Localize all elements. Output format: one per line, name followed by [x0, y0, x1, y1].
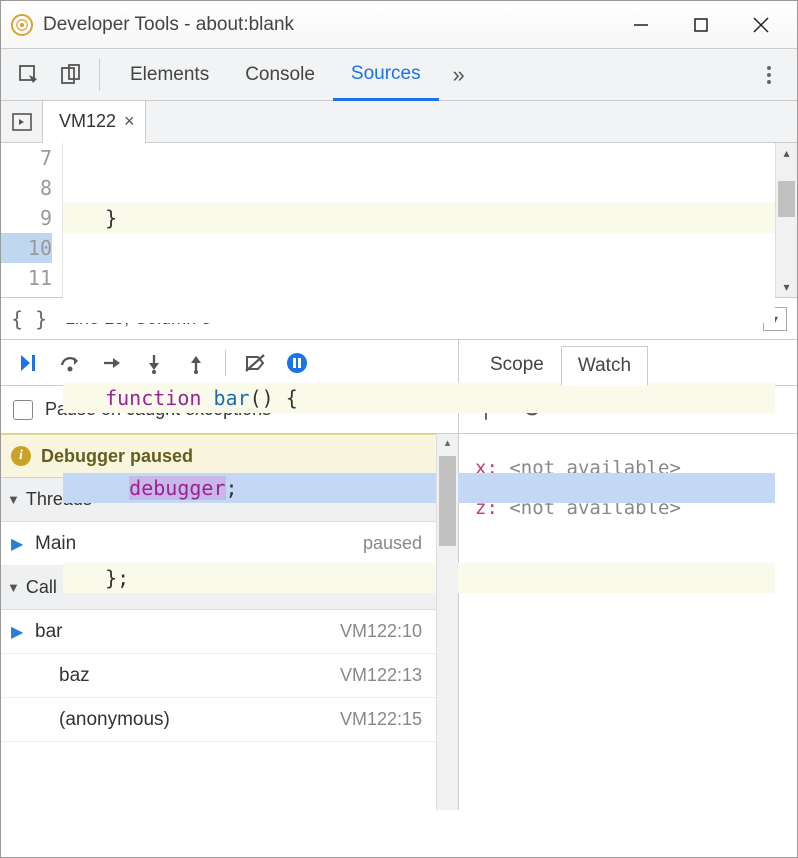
- window-close-button[interactable]: [731, 5, 791, 45]
- collapse-icon: ▼: [7, 492, 20, 507]
- code-content[interactable]: } function bar() { debugger; };: [63, 143, 775, 297]
- active-pointer-icon: ▶: [11, 534, 25, 554]
- tab-elements[interactable]: Elements: [112, 49, 227, 101]
- scroll-down-icon[interactable]: ▾: [776, 277, 797, 297]
- devtools-app-icon: [11, 14, 33, 36]
- close-icon[interactable]: ×: [124, 111, 135, 132]
- editor-scrollbar[interactable]: ▴ ▾: [775, 143, 797, 297]
- callstack-row[interactable]: baz VM122:13: [1, 654, 436, 698]
- resume-button[interactable]: [9, 345, 47, 381]
- line-number-gutter: 7 8 9 10 11: [1, 143, 63, 297]
- code-editor[interactable]: 7 8 9 10 11 } function bar() { debugger;…: [1, 143, 797, 298]
- tab-console[interactable]: Console: [227, 49, 333, 101]
- window-maximize-button[interactable]: [671, 5, 731, 45]
- main-toolbar: Elements Console Sources »: [1, 49, 797, 101]
- scroll-thumb[interactable]: [778, 181, 795, 217]
- navigator-toggle-icon[interactable]: [1, 101, 43, 143]
- inspect-element-icon[interactable]: [9, 55, 49, 95]
- window-title: Developer Tools - about:blank: [43, 14, 611, 36]
- tab-sources[interactable]: Sources: [333, 49, 439, 101]
- code-line-current: debugger;: [63, 473, 775, 503]
- pretty-print-icon[interactable]: { }: [11, 307, 47, 331]
- code-line: };: [63, 563, 775, 593]
- line-number: 8: [1, 173, 52, 203]
- settings-kebab-icon[interactable]: [749, 55, 789, 95]
- tab-watch[interactable]: Watch: [561, 346, 648, 386]
- more-tabs-button[interactable]: »: [439, 62, 479, 88]
- line-number: 10: [1, 233, 52, 263]
- code-line: [63, 293, 775, 323]
- code-line: function bar() {: [63, 383, 775, 413]
- callstack-row[interactable]: (anonymous) VM122:15: [1, 698, 436, 742]
- collapse-icon: ▼: [7, 580, 20, 595]
- scroll-up-icon[interactable]: ▴: [776, 143, 797, 163]
- scroll-up-icon[interactable]: ▴: [437, 436, 458, 449]
- line-number: 7: [1, 143, 52, 173]
- line-number: 9: [1, 203, 52, 233]
- active-pointer-icon: ▶: [11, 622, 25, 642]
- pause-exceptions-checkbox[interactable]: [13, 400, 33, 420]
- window-minimize-button[interactable]: [611, 5, 671, 45]
- code-line: }: [63, 203, 775, 233]
- line-number: 11: [1, 263, 52, 293]
- toolbar-separator: [99, 59, 100, 91]
- device-toolbar-icon[interactable]: [51, 55, 91, 95]
- file-tab-label: VM122: [59, 111, 116, 132]
- scroll-thumb[interactable]: [439, 456, 456, 546]
- left-pane-scrollbar[interactable]: ▴: [436, 434, 458, 810]
- info-icon: i: [11, 446, 31, 466]
- sources-file-tabbar: VM122 ×: [1, 101, 797, 143]
- file-tab-vm122[interactable]: VM122 ×: [43, 101, 146, 143]
- window-titlebar: Developer Tools - about:blank: [1, 1, 797, 49]
